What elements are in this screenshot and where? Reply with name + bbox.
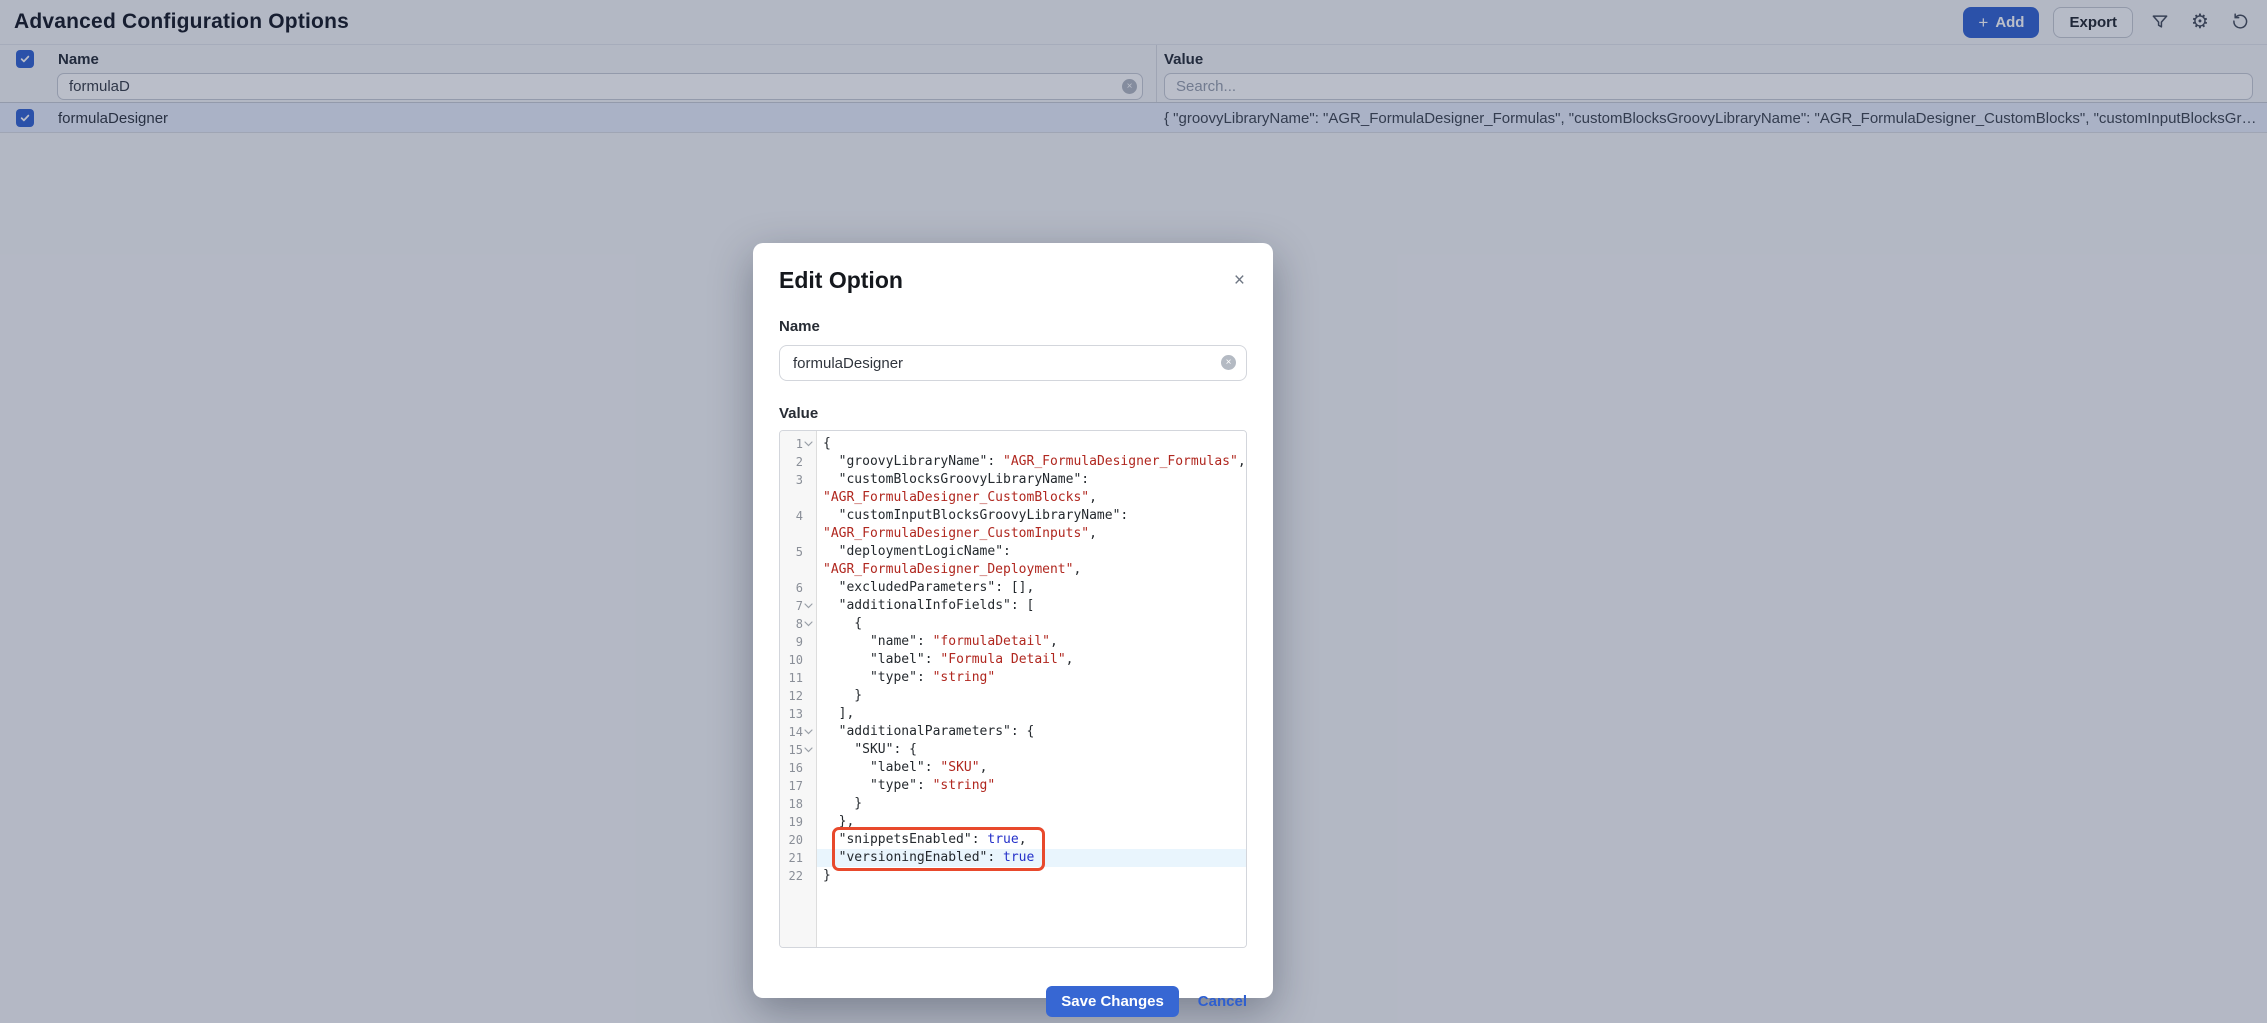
name-field-label: Name bbox=[779, 318, 820, 335]
code-line[interactable]: "customInputBlocksGroovyLibraryName": bbox=[817, 507, 1246, 525]
code-line[interactable]: "AGR_FormulaDesigner_Deployment", bbox=[817, 561, 1246, 579]
gutter-line[interactable]: 10 bbox=[780, 651, 816, 669]
gutter-line[interactable]: 3 bbox=[780, 471, 816, 489]
code-line[interactable]: "SKU": { bbox=[817, 741, 1246, 759]
gutter-line[interactable]: 21 bbox=[780, 849, 816, 867]
gutter-line[interactable]: 2 bbox=[780, 453, 816, 471]
save-changes-button[interactable]: Save Changes bbox=[1046, 986, 1179, 1017]
gutter-line[interactable]: 18 bbox=[780, 795, 816, 813]
code-line[interactable]: "excludedParameters": [], bbox=[817, 579, 1246, 597]
code-line[interactable]: { bbox=[817, 615, 1246, 633]
code-line[interactable]: "type": "string" bbox=[817, 777, 1246, 795]
gutter-line[interactable] bbox=[780, 525, 816, 543]
code-line[interactable]: { bbox=[817, 435, 1246, 453]
option-name-input[interactable] bbox=[779, 345, 1247, 381]
gutter-line[interactable]: 14 bbox=[780, 723, 816, 741]
cancel-button[interactable]: Cancel bbox=[1198, 993, 1247, 1010]
gutter-line[interactable]: 20 bbox=[780, 831, 816, 849]
code-line[interactable]: "snippetsEnabled": true, bbox=[817, 831, 1246, 849]
gutter-line[interactable] bbox=[780, 489, 816, 507]
modal-title: Edit Option bbox=[779, 267, 903, 293]
code-line[interactable]: "additionalParameters": { bbox=[817, 723, 1246, 741]
code-line[interactable]: "label": "SKU", bbox=[817, 759, 1246, 777]
gutter-line[interactable]: 16 bbox=[780, 759, 816, 777]
gutter-line[interactable]: 1 bbox=[780, 435, 816, 453]
gutter-line[interactable]: 12 bbox=[780, 687, 816, 705]
gutter-line[interactable]: 11 bbox=[780, 669, 816, 687]
code-line[interactable]: } bbox=[817, 687, 1246, 705]
close-icon[interactable]: × bbox=[1232, 269, 1247, 292]
code-line[interactable]: "additionalInfoFields": [ bbox=[817, 597, 1246, 615]
code-line[interactable]: "name": "formulaDetail", bbox=[817, 633, 1246, 651]
gutter-line[interactable] bbox=[780, 561, 816, 579]
modal-header: Edit Option × bbox=[779, 243, 1247, 294]
code-line[interactable]: "groovyLibraryName": "AGR_FormulaDesigne… bbox=[817, 453, 1246, 471]
code-line[interactable]: } bbox=[817, 795, 1246, 813]
edit-option-modal: Edit Option × Name × Value 1234567891011… bbox=[753, 243, 1273, 1017]
code-line[interactable]: "versioningEnabled": true bbox=[817, 849, 1246, 867]
value-field-label: Value bbox=[779, 405, 819, 422]
code-line[interactable]: "type": "string" bbox=[817, 669, 1246, 687]
gutter-line[interactable]: 17 bbox=[780, 777, 816, 795]
editor-gutter: 1 2 3 4 5 6 7 8 9 10 11 12 13 14 15 16 17 18 19 20 21 22 bbox=[780, 431, 817, 947]
code-line[interactable]: } bbox=[817, 867, 1246, 885]
gutter-line[interactable]: 5 bbox=[780, 543, 816, 561]
gutter-line[interactable]: 7 bbox=[780, 597, 816, 615]
code-line[interactable]: "customBlocksGroovyLibraryName": bbox=[817, 471, 1246, 489]
gutter-line[interactable]: 13 bbox=[780, 705, 816, 723]
editor-code[interactable]: { "groovyLibraryName": "AGR_FormulaDesig… bbox=[817, 431, 1246, 947]
gutter-line[interactable]: 15 bbox=[780, 741, 816, 759]
gutter-line[interactable]: 6 bbox=[780, 579, 816, 597]
code-line[interactable]: }, bbox=[817, 813, 1246, 831]
code-line[interactable]: "label": "Formula Detail", bbox=[817, 651, 1246, 669]
modal-footer: Save Changes Cancel bbox=[779, 986, 1247, 1017]
code-line[interactable]: "AGR_FormulaDesigner_CustomBlocks", bbox=[817, 489, 1246, 507]
code-line[interactable]: "deploymentLogicName": bbox=[817, 543, 1246, 561]
name-field-wrap: × bbox=[779, 345, 1247, 381]
gutter-line[interactable]: 22 bbox=[780, 867, 816, 885]
code-line[interactable]: "AGR_FormulaDesigner_CustomInputs", bbox=[817, 525, 1246, 543]
json-code-editor[interactable]: 1 2 3 4 5 6 7 8 9 10 11 12 13 14 15 16 17 18 19 20 21 22 { "g… bbox=[779, 430, 1247, 948]
code-line[interactable]: ], bbox=[817, 705, 1246, 723]
clear-name-icon[interactable]: × bbox=[1221, 355, 1236, 370]
gutter-line[interactable]: 19 bbox=[780, 813, 816, 831]
gutter-line[interactable]: 4 bbox=[780, 507, 816, 525]
gutter-line[interactable]: 9 bbox=[780, 633, 816, 651]
gutter-line[interactable]: 8 bbox=[780, 615, 816, 633]
